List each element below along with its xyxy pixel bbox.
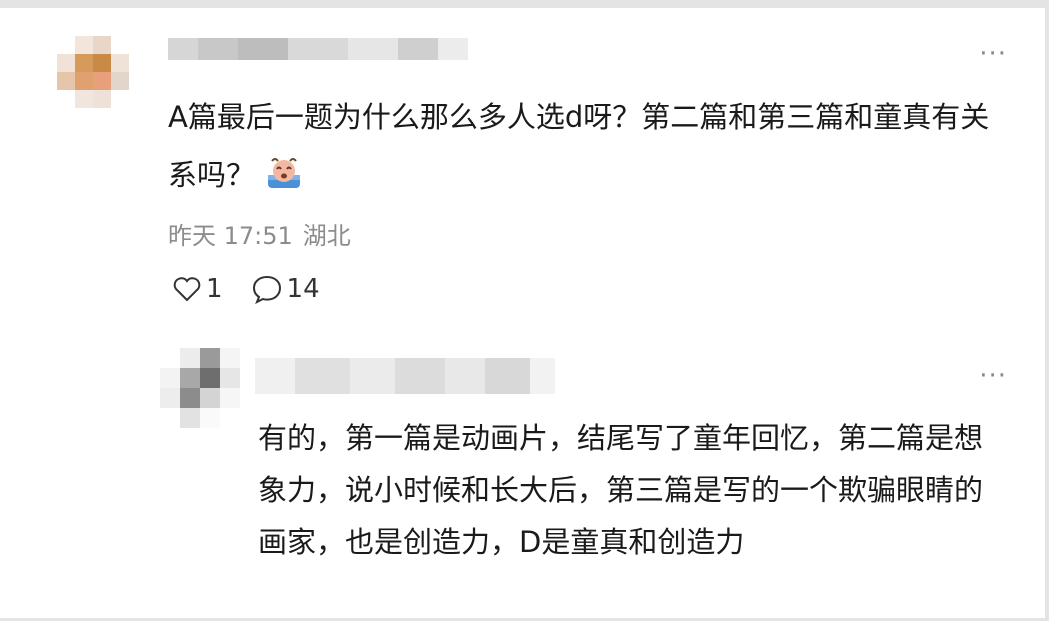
reply-button[interactable]: 14	[251, 274, 320, 304]
like-button[interactable]: 1	[172, 274, 223, 304]
reply-text: 有的，第一篇是动画片，结尾写了童年回忆，第二篇是想象力，说小时候和长大后，第三篇…	[258, 421, 984, 559]
reply-username-blurred[interactable]	[255, 358, 555, 394]
crying-face-icon	[265, 152, 303, 210]
location: 湖北	[302, 222, 351, 250]
comment-actions: 1 14	[172, 274, 320, 304]
comment-bubble-icon	[252, 275, 281, 304]
comment-text: A篇最后一题为什么那么多人选d呀？第二篇和第三篇和童真有关系吗？	[168, 88, 1008, 210]
avatar[interactable]	[57, 36, 129, 108]
reply-count: 14	[286, 274, 320, 304]
comment-meta: 昨天 17:51 湖北	[168, 216, 361, 251]
heart-icon	[173, 277, 201, 302]
username-blurred[interactable]	[168, 38, 468, 60]
reply-avatar[interactable]	[160, 348, 240, 428]
timestamp: 昨天 17:51	[168, 222, 293, 250]
reply-more-options-button[interactable]: ···	[979, 363, 1007, 389]
like-count: 1	[206, 274, 223, 304]
comment-card: ··· A篇最后一题为什么那么多人选d呀？第二篇和第三篇和童真有关系吗？ 昨天 …	[0, 8, 1045, 618]
more-options-button[interactable]: ···	[979, 41, 1007, 67]
